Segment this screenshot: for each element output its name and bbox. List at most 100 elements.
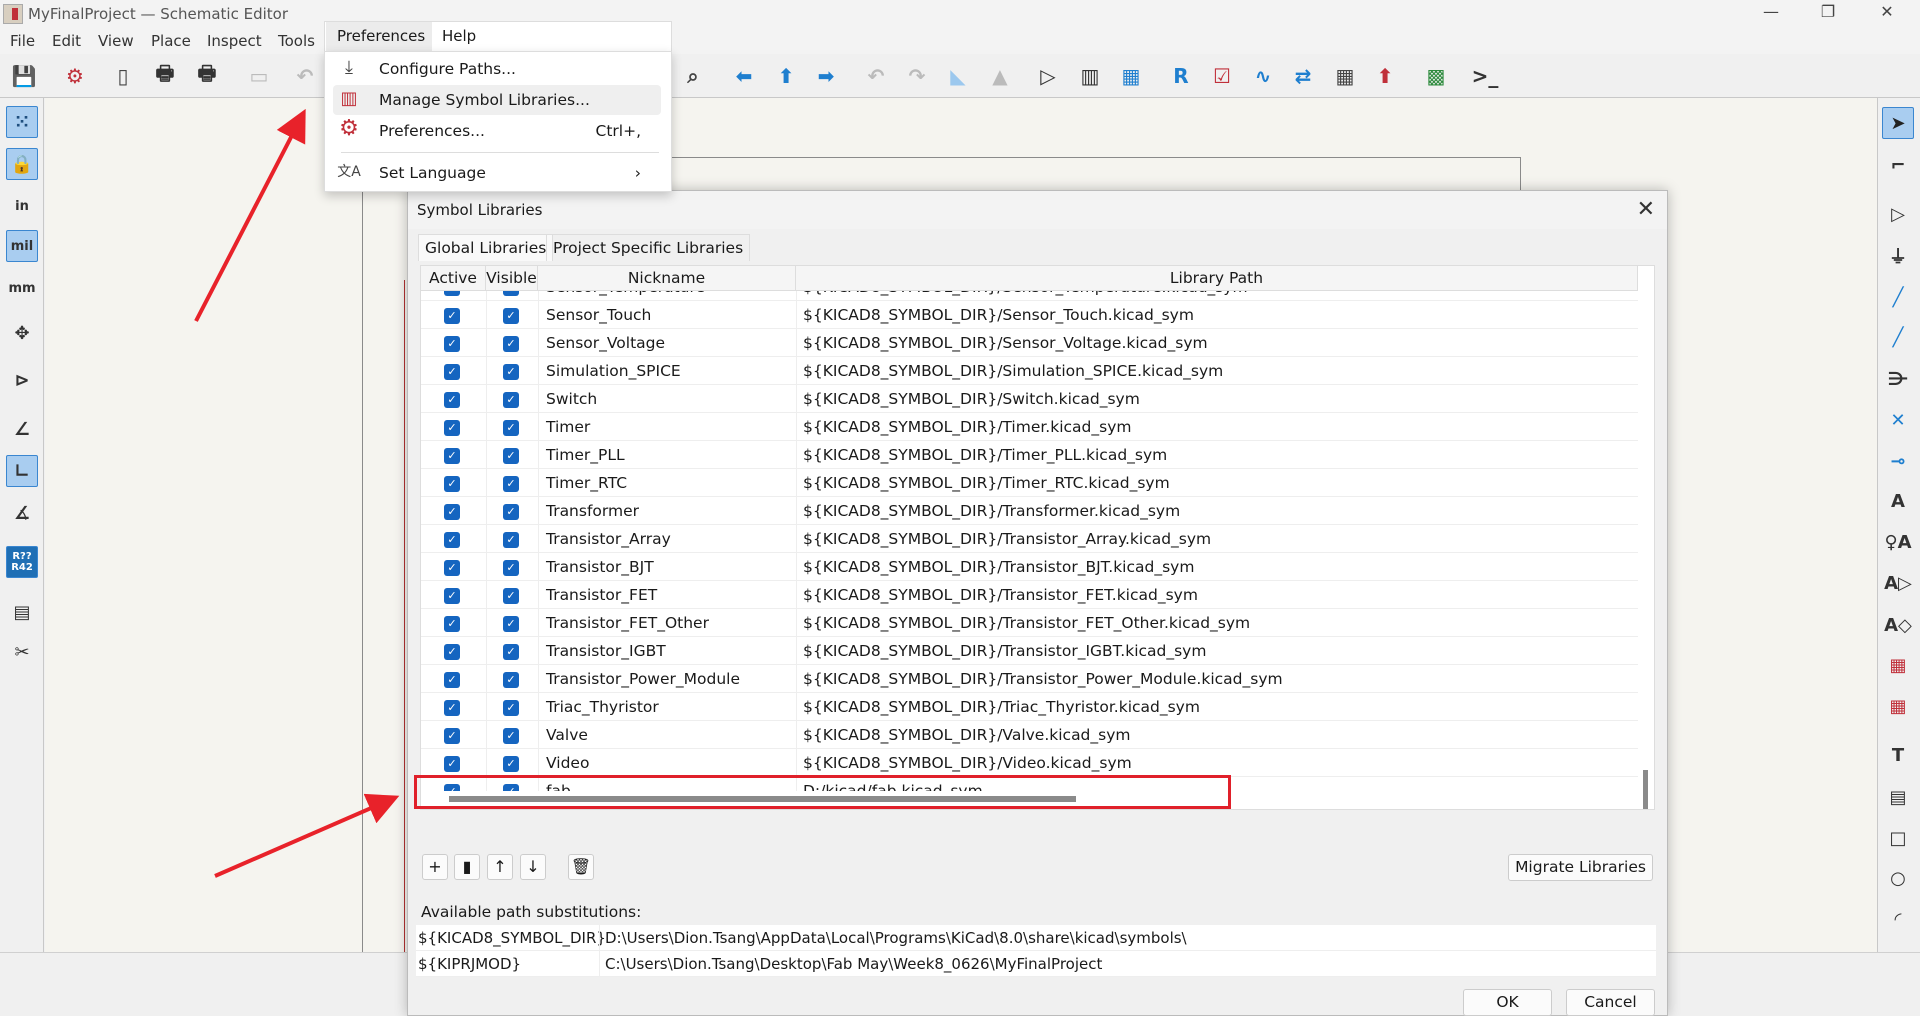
annotate-icon[interactable]: R bbox=[1166, 61, 1196, 91]
browse-folder-button[interactable]: ▮ bbox=[454, 854, 480, 880]
symbol-editor-icon[interactable]: ▷ bbox=[1033, 61, 1063, 91]
visible-checkbox[interactable]: ✓ bbox=[503, 420, 519, 436]
nickname-cell[interactable]: Valve bbox=[546, 726, 588, 744]
nickname-cell[interactable]: Video bbox=[546, 754, 589, 772]
menu-inspect[interactable]: Inspect bbox=[207, 32, 262, 50]
nickname-cell[interactable]: Transistor_Array bbox=[546, 530, 671, 548]
visible-checkbox[interactable]: ✓ bbox=[503, 644, 519, 660]
menu-tools[interactable]: Tools bbox=[278, 32, 315, 50]
assign-footprints-icon[interactable]: ⇄ bbox=[1288, 61, 1318, 91]
active-checkbox[interactable]: ✓ bbox=[444, 392, 460, 408]
library-path-cell[interactable]: ${KICAD8_SYMBOL_DIR}/Transistor_FET.kica… bbox=[803, 586, 1198, 604]
migrate-libraries-button[interactable]: Migrate Libraries bbox=[1508, 854, 1653, 881]
net-label-icon[interactable]: A bbox=[1882, 485, 1914, 517]
tab-global-libraries[interactable]: Global Libraries bbox=[418, 234, 554, 261]
line-mode-90-icon[interactable]: ∟ bbox=[6, 455, 38, 487]
add-bus-icon[interactable]: ╱ bbox=[1882, 321, 1914, 353]
table-row[interactable]: ✓ ✓ Transistor_IGBT ${KICAD8_SYMBOL_DIR}/Tr… bbox=[421, 637, 1638, 665]
navigate-back-icon[interactable]: ⬅ bbox=[729, 61, 759, 91]
highlight-net-icon[interactable]: ⌐ bbox=[1882, 149, 1914, 181]
visible-checkbox[interactable]: ✓ bbox=[503, 588, 519, 604]
page-settings-icon[interactable]: ▯ bbox=[108, 61, 138, 91]
schematic-setup-icon[interactable]: ⚙ bbox=[60, 61, 90, 91]
hierarchical-label-icon[interactable]: A▷ bbox=[1882, 567, 1914, 599]
visible-checkbox[interactable]: ✓ bbox=[503, 336, 519, 352]
library-path-cell[interactable]: ${KICAD8_SYMBOL_DIR}/Sensor_Voltage.kica… bbox=[803, 334, 1208, 352]
add-power-icon[interactable]: ⏚ bbox=[1882, 240, 1914, 272]
undo-icon[interactable]: ↶ bbox=[290, 61, 320, 91]
visible-checkbox[interactable]: ✓ bbox=[503, 728, 519, 744]
visible-checkbox[interactable]: ✓ bbox=[503, 392, 519, 408]
close-window-button[interactable]: ✕ bbox=[1867, 2, 1907, 24]
menu-view[interactable]: View bbox=[98, 32, 134, 50]
nickname-cell[interactable]: Transformer bbox=[546, 502, 639, 520]
table-row[interactable]: ✓ ✓ Simulation_SPICE ${KICAD8_SYMBOL_DIR}/S… bbox=[421, 357, 1638, 385]
library-path-cell[interactable]: ${KICAD8_SYMBOL_DIR}/Valve.kicad_sym bbox=[803, 726, 1131, 744]
menu-item-preferences[interactable]: ⚙ Preferences... Ctrl+, bbox=[333, 116, 661, 146]
active-checkbox[interactable]: ✓ bbox=[444, 308, 460, 324]
footprint-editor-icon[interactable]: ▦ bbox=[1116, 61, 1146, 91]
move-down-button[interactable]: ↓ bbox=[520, 854, 546, 880]
table-row[interactable]: ✓ ✓ Transistor_Power_Module ${KICAD8_SYMBOL… bbox=[421, 665, 1638, 693]
maximize-button[interactable]: ❐ bbox=[1808, 2, 1848, 24]
active-checkbox[interactable]: ✓ bbox=[444, 364, 460, 380]
library-path-cell[interactable]: ${KICAD8_SYMBOL_DIR}/Timer_RTC.kicad_sym bbox=[803, 474, 1170, 492]
sheet-pin-icon[interactable]: A◇ bbox=[1882, 609, 1914, 641]
tab-project-specific-libraries[interactable]: Project Specific Libraries bbox=[546, 234, 751, 261]
visible-checkbox[interactable]: ✓ bbox=[503, 504, 519, 520]
mirror-horizontal-icon[interactable]: ▲ bbox=[985, 61, 1015, 91]
plot-icon[interactable]: 🖶 bbox=[192, 61, 222, 91]
active-checkbox[interactable]: ✓ bbox=[444, 616, 460, 632]
library-path-cell[interactable]: ${KICAD8_SYMBOL_DIR}/Transistor_FET_Othe… bbox=[803, 614, 1250, 632]
active-checkbox[interactable]: ✓ bbox=[444, 644, 460, 660]
visible-checkbox[interactable]: ✓ bbox=[503, 560, 519, 576]
visible-checkbox[interactable]: ✓ bbox=[503, 616, 519, 632]
table-row[interactable]: ✓ ✓ Transformer ${KICAD8_SYMBOL_DIR}/Transf… bbox=[421, 497, 1638, 525]
menu-item-manage-symbol-libraries[interactable]: ▥ Manage Symbol Libraries... bbox=[333, 85, 661, 115]
library-path-cell[interactable]: ${KICAD8_SYMBOL_DIR}/Triac_Thyristor.kic… bbox=[803, 698, 1200, 716]
active-checkbox[interactable]: ✓ bbox=[444, 560, 460, 576]
library-path-cell[interactable]: ${KICAD8_SYMBOL_DIR}/Video.kicad_sym bbox=[803, 754, 1132, 772]
visible-checkbox[interactable]: ✓ bbox=[503, 532, 519, 548]
add-library-button[interactable]: + bbox=[422, 854, 448, 880]
pcb-editor-icon[interactable]: ▩ bbox=[1421, 61, 1451, 91]
cancel-button[interactable]: Cancel bbox=[1566, 989, 1655, 1016]
table-row[interactable]: ✓ ✓ Timer ${KICAD8_SYMBOL_DIR}/Timer.kicad_… bbox=[421, 413, 1638, 441]
wire-to-bus-entry-icon[interactable]: ⋺ bbox=[1882, 363, 1914, 395]
add-textbox-icon[interactable]: ▤ bbox=[1882, 781, 1914, 813]
units-mils-icon[interactable]: mil bbox=[6, 230, 38, 262]
library-path-cell[interactable]: ${KICAD8_SYMBOL_DIR}/Transformer.kicad_s… bbox=[803, 502, 1180, 520]
grid-lock-icon[interactable]: 🔒 bbox=[6, 148, 38, 180]
save-icon[interactable]: 💾 bbox=[9, 61, 39, 91]
active-checkbox[interactable]: ✓ bbox=[444, 532, 460, 548]
active-checkbox[interactable]: ✓ bbox=[444, 588, 460, 604]
ok-button[interactable]: OK bbox=[1463, 989, 1552, 1016]
import-sheet-icon[interactable]: ▦ bbox=[1882, 690, 1914, 722]
add-rectangle-icon[interactable]: □ bbox=[1882, 822, 1914, 854]
vertical-scrollbar[interactable] bbox=[1643, 770, 1648, 809]
menu-help[interactable]: Help bbox=[442, 27, 476, 45]
visible-checkbox[interactable]: ✓ bbox=[503, 364, 519, 380]
nickname-cell[interactable]: Transistor_IGBT bbox=[546, 642, 666, 660]
visible-checkbox[interactable]: ✓ bbox=[503, 476, 519, 492]
menu-file[interactable]: File bbox=[10, 32, 35, 50]
active-checkbox[interactable]: ✓ bbox=[444, 476, 460, 492]
generate-bom-icon[interactable]: ⬆ bbox=[1370, 61, 1400, 91]
nickname-cell[interactable]: Timer_RTC bbox=[546, 474, 627, 492]
active-checkbox[interactable]: ✓ bbox=[444, 504, 460, 520]
library-path-cell[interactable]: ${KICAD8_SYMBOL_DIR}/Sensor_Touch.kicad_… bbox=[803, 306, 1194, 324]
minimize-button[interactable]: — bbox=[1751, 2, 1791, 24]
menu-item-set-language[interactable]: 文A Set Language › bbox=[333, 158, 661, 188]
column-header-visible[interactable]: Visible bbox=[486, 266, 538, 291]
active-checkbox[interactable]: ✓ bbox=[444, 700, 460, 716]
library-path-cell[interactable]: ${KICAD8_SYMBOL_DIR}/Transistor_IGBT.kic… bbox=[803, 642, 1206, 660]
no-connect-icon[interactable]: ✕ bbox=[1882, 404, 1914, 436]
nickname-cell[interactable]: Sensor_Temperature bbox=[546, 291, 705, 296]
visible-checkbox[interactable]: ✓ bbox=[503, 448, 519, 464]
rotate-ccw-icon[interactable]: ↶ bbox=[861, 61, 891, 91]
move-up-button[interactable]: ↑ bbox=[487, 854, 513, 880]
active-checkbox[interactable]: ✓ bbox=[444, 448, 460, 464]
nickname-cell[interactable]: Timer bbox=[546, 418, 590, 436]
table-row[interactable]: ✓ ✓ Transistor_FET ${KICAD8_SYMBOL_DIR}/Tra… bbox=[421, 581, 1638, 609]
line-mode-free-icon[interactable]: ∠ bbox=[6, 413, 38, 445]
